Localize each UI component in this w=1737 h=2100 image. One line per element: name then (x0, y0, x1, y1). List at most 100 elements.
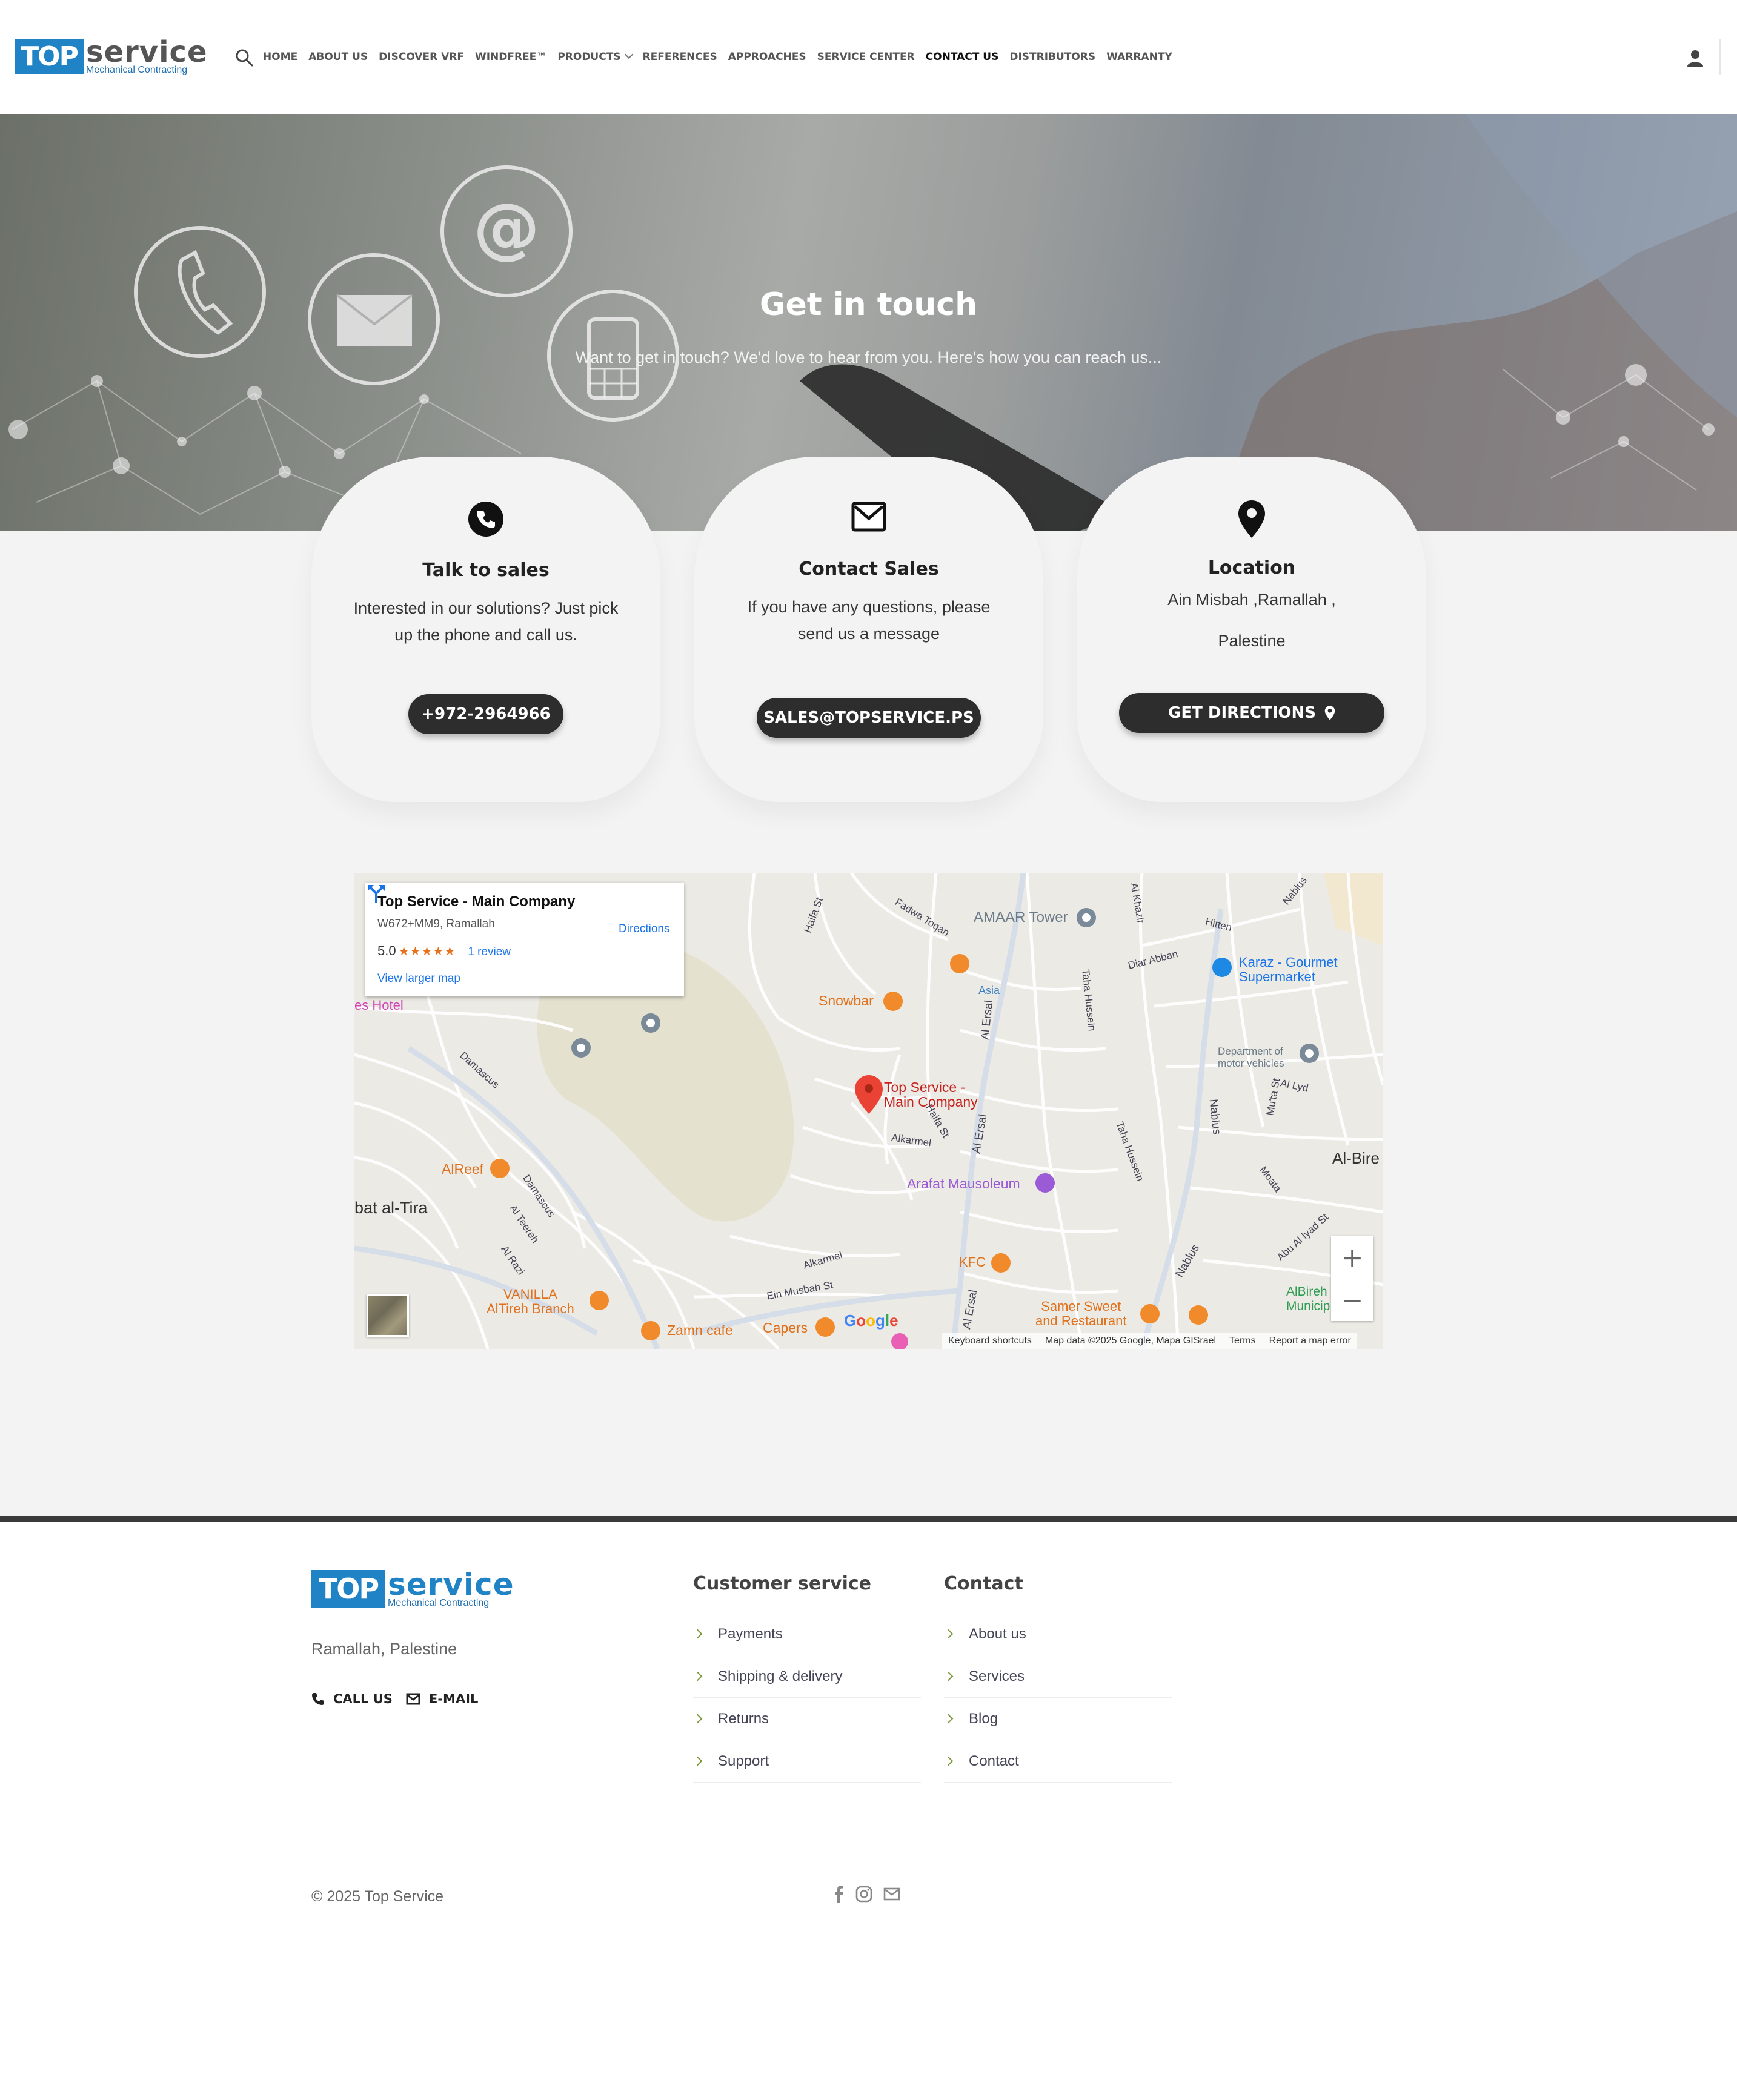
nav-service-center[interactable]: SERVICE CENTER (817, 51, 915, 63)
email-sales-button[interactable]: SALES@TOPSERVICE.PS (757, 698, 981, 738)
footer-link-returns[interactable]: Returns (692, 1698, 921, 1740)
map-marker-icon (855, 1075, 883, 1114)
zoom-out-button[interactable]: − (1331, 1279, 1373, 1322)
card-talk-to-sales: Talk to sales Interested in our solution… (311, 457, 660, 802)
nav-discover-vrf[interactable]: DISCOVER VRF (379, 51, 464, 63)
nav-windfree[interactable]: WINDFREE™ (475, 51, 546, 63)
email-label: E-MAIL (429, 1692, 479, 1706)
place-rating: 5.0 ★★★★★ 1 review (377, 943, 511, 959)
map-label: Arafat Mausoleum (907, 1176, 1020, 1191)
nav-warranty[interactable]: WARRANTY (1106, 51, 1172, 63)
copyright-text: © 2025 Top Service (311, 1888, 444, 1905)
card-text: If you have any questions, please send u… (747, 598, 991, 643)
footer-link-payments[interactable]: Payments (692, 1613, 921, 1655)
map-data-text: Map data ©2025 Google, Mapa GISrael (1045, 1336, 1217, 1346)
footer-link-support[interactable]: Support (692, 1740, 921, 1783)
card-contact-sales: Contact Sales If you have any questions,… (694, 457, 1043, 802)
footer-link-shipping[interactable]: Shipping & delivery (692, 1655, 921, 1698)
map-info-card: Top Service - Main Company W672+MM9, Ram… (365, 883, 684, 996)
map-label: Al-Bire (1332, 1149, 1380, 1167)
nav-approaches[interactable]: APPROACHES (728, 51, 806, 63)
location-line-1: Ain Misbah ,Ramallah , (1167, 591, 1336, 609)
map-pin-icon (1324, 706, 1335, 720)
chevron-right-icon (692, 1671, 703, 1681)
card-title: Contact Sales (799, 558, 939, 580)
place-name: Top Service - Main Company (377, 893, 576, 910)
chevron-right-icon (692, 1714, 703, 1724)
footer-link-contact[interactable]: Contact (943, 1740, 1172, 1783)
chevron-right-icon (943, 1629, 954, 1639)
facebook-icon[interactable] (834, 1886, 845, 1903)
zoom-controls: + − (1331, 1236, 1373, 1321)
footer-link-about-us[interactable]: About us (943, 1613, 1172, 1655)
phone-icon (312, 1693, 324, 1705)
report-map-error-link[interactable]: Report a map error (1269, 1336, 1351, 1346)
place-address: W672+MM9, Ramallah (377, 918, 495, 930)
rating-stars: ★★★★★ (398, 945, 456, 958)
reviews-link[interactable]: 1 review (468, 946, 511, 958)
map-label: Asia (978, 984, 1000, 996)
email-icon[interactable] (883, 1887, 900, 1901)
header-divider (1719, 39, 1721, 75)
nav-about-us[interactable]: ABOUT US (308, 51, 368, 63)
nav-products[interactable]: PRODUCTS (557, 50, 633, 63)
zoom-in-button[interactable]: + (1331, 1236, 1373, 1279)
nav-contact-us[interactable]: CONTACT US (926, 51, 999, 63)
card-text: Interested in our solutions? Just pick u… (353, 599, 619, 644)
directions-icon[interactable] (365, 883, 387, 904)
map-label: Samer Sweet and Restaurant (1035, 1299, 1127, 1328)
get-directions-label: GET DIRECTIONS (1167, 704, 1316, 722)
phone-icon (468, 502, 503, 537)
logo-word: service (86, 35, 208, 69)
customer-service-list: Payments Shipping & delivery Returns Sup… (692, 1613, 921, 1783)
customer-service-heading: Customer service (693, 1573, 871, 1594)
map-label: Department of motor vehicles (1218, 1045, 1284, 1069)
directions-link[interactable]: Directions (619, 922, 669, 936)
nav-home[interactable]: HOME (263, 51, 297, 63)
map-label: Zamn cafe (667, 1322, 733, 1338)
nav-references[interactable]: REFERENCES (643, 51, 717, 63)
chevron-right-icon (692, 1629, 703, 1639)
contact-list: About us Services Blog Contact (943, 1613, 1172, 1783)
logo-subtitle: Mechanical Contracting (86, 65, 188, 75)
logo-mark: TOP (15, 39, 84, 74)
footer-call-us-link[interactable]: CALL US (311, 1692, 393, 1706)
footer-logo[interactable]: TOP service Mechanical Contracting (311, 1569, 514, 1608)
google-map[interactable]: AMAAR Tower Karaz - Gourmet Supermarket S… (354, 873, 1383, 1349)
map-label: AlBireh Municip (1286, 1285, 1330, 1313)
contact-heading: Contact (944, 1573, 1023, 1594)
social-links (834, 1886, 900, 1903)
satellite-toggle[interactable] (367, 1294, 409, 1337)
map-label: AMAAR Tower (974, 909, 1068, 926)
chevron-down-icon (624, 50, 633, 59)
keyboard-shortcuts-link[interactable]: Keyboard shortcuts (948, 1336, 1032, 1346)
get-directions-button[interactable]: GET DIRECTIONS (1119, 693, 1384, 733)
footer-link-services[interactable]: Services (943, 1655, 1172, 1698)
nav-distributors[interactable]: DISTRIBUTORS (1009, 51, 1095, 63)
site-logo[interactable]: TOP service Mechanical Contracting (15, 35, 208, 75)
call-us-label: CALL US (333, 1692, 393, 1706)
map-label: es Hotel (354, 998, 404, 1013)
map-label: Karaz - Gourmet Supermarket (1239, 955, 1338, 984)
logo-mark: TOP (311, 1570, 385, 1608)
logo-subtitle: Mechanical Contracting (388, 1598, 490, 1608)
rating-value: 5.0 (377, 943, 396, 958)
main-nav: HOME ABOUT US DISCOVER VRF WINDFREE™ PRO… (263, 50, 1172, 63)
instagram-icon[interactable] (855, 1886, 872, 1903)
map-label: KFC (959, 1254, 986, 1270)
footer-location: Ramallah, Palestine (311, 1640, 457, 1658)
search-icon[interactable] (235, 48, 253, 67)
footer-top-border (0, 1516, 1737, 1522)
map-label: Snowbar (819, 993, 874, 1009)
map-pin-icon (1238, 500, 1265, 538)
page-title: Get in touch (759, 287, 978, 323)
map-label: bat al-Tira (354, 1199, 428, 1217)
footer-email-link[interactable]: E-MAIL (406, 1692, 478, 1706)
view-larger-map-link[interactable]: View larger map (377, 972, 460, 985)
footer-link-blog[interactable]: Blog (943, 1698, 1172, 1740)
user-icon[interactable] (1686, 48, 1705, 68)
terms-link[interactable]: Terms (1229, 1336, 1256, 1346)
chevron-right-icon (943, 1671, 954, 1681)
site-header: TOP service Mechanical Contracting HOME … (0, 0, 1737, 114)
call-phone-button[interactable]: +972-2964966 (408, 694, 563, 734)
